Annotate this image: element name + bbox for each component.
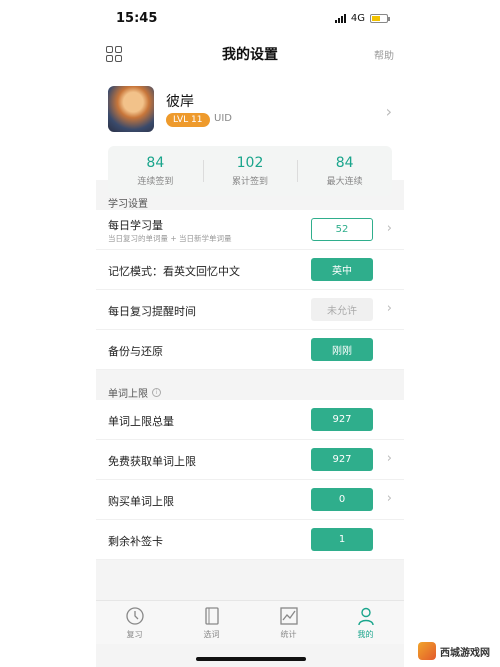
row-makeup-cards: 剩余补签卡 1 (96, 520, 404, 560)
menu-grid-icon[interactable] (106, 46, 122, 62)
stat-label: 累计签到 (232, 177, 269, 187)
row-limit-free[interactable]: 免费获取单词上限 927 › (96, 440, 404, 480)
user-icon (357, 607, 374, 626)
row-title: 免费获取单词上限 (108, 455, 196, 468)
section-title: 单词上限 (108, 388, 148, 400)
home-indicator (196, 657, 306, 661)
status-indicators: 4G (334, 12, 390, 24)
stats-panel: 84 连续签到 102 累计签到 84 最大连续 (108, 146, 392, 196)
row-backup-restore[interactable]: 备份与还原 刚刚 (96, 330, 404, 370)
backup-button[interactable]: 刚刚 (311, 338, 373, 361)
row-title: 单词上限总量 (108, 415, 174, 428)
network-label: 4G (350, 12, 365, 24)
stat-max-streak: 84 最大连续 (297, 146, 392, 196)
chevron-right-icon: › (386, 301, 392, 316)
status-time: 15:45 (116, 10, 158, 26)
stat-value: 84 (146, 155, 165, 171)
page-title: 我的设置 (222, 47, 278, 63)
avatar (108, 86, 154, 132)
tab-label: 我的 (357, 630, 374, 639)
chevron-right-icon: › (385, 102, 392, 121)
user-uid: UID (214, 113, 232, 124)
stats-icon (279, 607, 298, 625)
limit-buy-button[interactable]: 0 (311, 488, 373, 511)
info-icon[interactable]: i (152, 387, 161, 397)
row-reminder-time[interactable]: 每日复习提醒时间 未允许 › (96, 290, 404, 330)
stat-label: 连续签到 (137, 177, 174, 187)
row-title: 备份与还原 (108, 345, 163, 358)
row-daily-amount[interactable]: 每日学习量 当日复习的单词量 + 当日新学单词量 52 › (96, 210, 404, 250)
row-title: 每日复习提醒时间 (108, 305, 196, 318)
watermark-logo-icon (418, 642, 436, 660)
row-memory-mode[interactable]: 记忆模式：看英文回忆中文 英中 (96, 250, 404, 290)
book-icon (204, 607, 219, 625)
row-title: 购买单词上限 (108, 495, 174, 508)
status-bar: 15:45 4G (96, 0, 404, 36)
chevron-right-icon: › (386, 451, 392, 466)
section-title: 学习设置 (108, 198, 148, 210)
stat-total: 102 累计签到 (202, 146, 298, 196)
daily-amount-input[interactable]: 52 (311, 218, 373, 241)
tab-select-words[interactable]: 选词 (173, 601, 250, 644)
tab-label: 选词 (203, 630, 220, 639)
stat-label: 最大连续 (326, 177, 363, 187)
battery-icon (370, 13, 390, 23)
tab-bar: 复习 选词 统计 我的 (96, 600, 404, 644)
nav-bar: 我的设置 帮助 (96, 36, 404, 72)
stat-value: 84 (335, 155, 354, 171)
tab-label: 复习 (126, 630, 143, 639)
row-limit-buy[interactable]: 购买单词上限 0 › (96, 480, 404, 520)
row-limit-total: 单词上限总量 927 (96, 400, 404, 440)
stat-streak: 84 连续签到 (108, 146, 203, 196)
watermark: 西城游戏网 (412, 639, 496, 663)
makeup-cards-value: 1 (311, 528, 373, 551)
tab-review[interactable]: 复习 (96, 601, 173, 644)
reminder-status-button[interactable]: 未允许 (311, 298, 373, 321)
tab-label: 统计 (280, 630, 297, 639)
row-title: 每日学习量 (108, 219, 163, 232)
user-name: 彼岸 (166, 94, 194, 110)
help-button[interactable]: 帮助 (374, 47, 394, 62)
limit-total-value: 927 (311, 408, 373, 431)
level-badge: LVL 11 (166, 113, 210, 127)
chevron-right-icon: › (386, 491, 392, 506)
watermark-text: 西城游戏网 (440, 647, 490, 659)
tab-stats[interactable]: 统计 (250, 601, 327, 644)
memory-mode-button[interactable]: 英中 (311, 258, 373, 281)
limit-free-button[interactable]: 927 (311, 448, 373, 471)
chevron-right-icon: › (386, 221, 392, 236)
row-title: 剩余补签卡 (108, 535, 163, 548)
signal-icon (334, 13, 346, 23)
row-subtitle: 当日复习的单词量 + 当日新学单词量 (108, 234, 232, 243)
row-title: 记忆模式：看英文回忆中文 (108, 265, 240, 278)
phone-screen: 15:45 4G 我的设置 帮助 彼岸 LVL 11 UID › 84 连续签到… (96, 0, 404, 667)
review-icon (125, 607, 144, 625)
section-word-limit: 单词上限 i (96, 370, 404, 400)
stat-value: 102 (236, 155, 264, 171)
tab-mine[interactable]: 我的 (327, 601, 404, 644)
